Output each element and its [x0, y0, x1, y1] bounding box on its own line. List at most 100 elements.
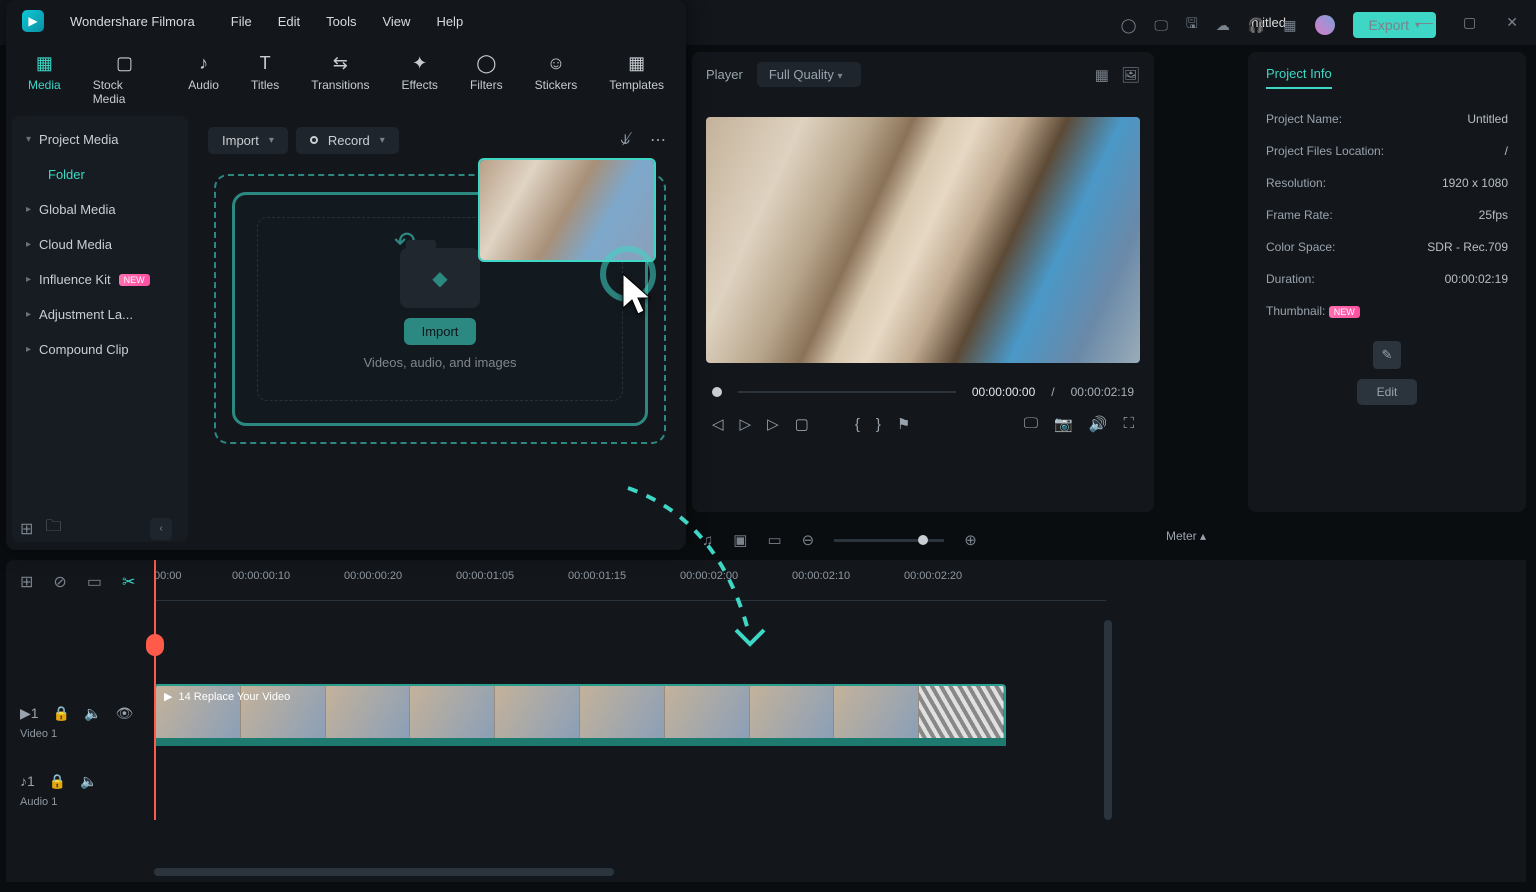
playhead-handle-icon[interactable] — [146, 634, 164, 656]
snapshot-icon[interactable]: 📷 — [1054, 415, 1073, 433]
timeline-scrollbar-vertical[interactable] — [1104, 620, 1112, 820]
menu-tools[interactable]: Tools — [326, 14, 356, 29]
tab-stickers[interactable]: ☺Stickers — [525, 48, 588, 110]
sidebar-item-compound-clip[interactable]: ▸Compound Clip — [12, 332, 188, 367]
timeline-panel: ⊞ ⊘ ▭ ✂ 00:00 00:00:00:10 00:00:00:20 00… — [6, 560, 1526, 882]
media-toolbar: Import▾ Record▾ ⫝̸ ⋯ — [194, 116, 686, 164]
record-dropdown[interactable]: Record▾ — [296, 127, 399, 154]
menu-edit[interactable]: Edit — [278, 14, 300, 29]
clip-icon: ▶ — [164, 690, 172, 703]
lock-icon[interactable]: 🔒 — [53, 705, 70, 722]
monitor-icon[interactable]: 🖵 — [1154, 17, 1168, 34]
info-row-duration: Duration:00:00:02:19 — [1266, 263, 1508, 295]
media-icon: ▦ — [36, 52, 53, 74]
crop-tool-icon[interactable]: ▣ — [733, 531, 747, 549]
step-forward-icon[interactable]: ▷ — [767, 415, 779, 433]
close-icon[interactable]: ✕ — [1506, 14, 1518, 31]
group-icon[interactable]: ▭ — [87, 572, 102, 592]
tab-titles[interactable]: TTitles — [241, 48, 289, 110]
menu-help[interactable]: Help — [436, 14, 463, 29]
audio-track-icon[interactable]: ♪1 — [20, 773, 35, 790]
lock-icon[interactable]: 🔒 — [49, 773, 66, 790]
folder-icon[interactable]: 🗀 — [45, 515, 61, 542]
video-track-icon[interactable]: ▶1 — [20, 705, 39, 722]
minimize-icon[interactable]: — — [1419, 14, 1433, 31]
quality-select[interactable]: Full Quality ▾ — [757, 62, 861, 87]
import-dropdown[interactable]: Import▾ — [208, 127, 288, 154]
collapse-sidebar-button[interactable]: ‹ — [150, 518, 172, 540]
media-panel: ▶ Wondershare Filmora File Edit Tools Vi… — [6, 0, 686, 550]
track-headers: ▶1 🔒 🔈 👁 Video 1 ♪1 🔒 🔈 Audio 1 — [14, 688, 146, 824]
magnet-icon[interactable]: ✂ — [122, 572, 135, 592]
mark-in-icon[interactable]: { — [855, 416, 860, 433]
tab-audio[interactable]: ♪Audio — [178, 48, 229, 110]
sidebar-item-cloud-media[interactable]: ▸Cloud Media — [12, 227, 188, 262]
grid-view-icon[interactable]: ▦ — [1095, 66, 1109, 84]
video-preview[interactable] — [706, 117, 1140, 363]
add-track-icon[interactable]: ⊞ — [20, 572, 33, 592]
step-back-icon[interactable]: ◁ — [712, 415, 724, 433]
record-indicator-icon[interactable]: ◯ — [1121, 17, 1137, 34]
mute-icon[interactable]: 🔈 — [84, 705, 101, 722]
timeline-scrollbar-horizontal[interactable] — [154, 868, 614, 876]
zoom-out-icon[interactable]: ⊖ — [802, 531, 815, 549]
record-icon — [310, 136, 318, 144]
link-icon[interactable]: ⊘ — [53, 572, 66, 592]
marker-flag-icon[interactable]: ⚑ — [897, 415, 910, 433]
title-bar-actions: ◯ 🖵 🖫 ☁ 🎧 ▦ Export▾ — [1121, 12, 1436, 38]
volume-icon[interactable]: 🔊 — [1089, 415, 1108, 433]
transitions-icon: ⇆ — [333, 52, 348, 74]
player-tab[interactable]: Player — [706, 67, 743, 82]
tab-media[interactable]: ▦Media — [18, 48, 71, 110]
fullscreen-icon[interactable]: ⛶ — [1123, 415, 1134, 433]
sidebar-item-adjustment-layer[interactable]: ▸Adjustment La... — [12, 297, 188, 332]
tab-stock-media[interactable]: ▢Stock Media — [83, 48, 167, 110]
apps-icon[interactable]: ▦ — [1283, 17, 1296, 34]
stock-media-icon: ▢ — [116, 52, 133, 74]
mute-icon[interactable]: 🔈 — [80, 773, 97, 790]
adjust-tool-icon[interactable]: ▭ — [767, 531, 781, 549]
cloud-icon[interactable]: ☁ — [1216, 17, 1230, 34]
scrub-bar[interactable]: 00:00:00:00 / 00:00:02:19 — [692, 369, 1154, 407]
zoom-slider[interactable] — [834, 539, 944, 542]
zoom-in-icon[interactable]: ⊕ — [964, 531, 977, 549]
filters-icon: ◯ — [476, 52, 496, 74]
project-info-tab[interactable]: Project Info — [1266, 66, 1332, 89]
timeline-left-tools: ⊞ ⊘ ▭ ✂ — [20, 572, 135, 592]
zoom-handle[interactable] — [918, 535, 928, 545]
tab-filters[interactable]: ◯Filters — [460, 48, 513, 110]
tab-effects[interactable]: ✦Effects — [391, 48, 447, 110]
timeline-ruler[interactable]: 00:00 00:00:00:10 00:00:00:20 00:00:01:0… — [154, 570, 1106, 614]
sidebar-item-global-media[interactable]: ▸Global Media — [12, 192, 188, 227]
clip-audio-strip[interactable] — [154, 738, 1006, 746]
display-icon[interactable]: 🖵 — [1024, 415, 1038, 433]
headphones-icon[interactable]: 🎧 — [1248, 17, 1265, 34]
new-folder-icon[interactable]: ⊞ — [20, 519, 33, 539]
sidebar-item-influence-kit[interactable]: ▸Influence Kit NEW — [12, 262, 188, 297]
mark-out-icon[interactable]: } — [876, 416, 881, 433]
play-icon[interactable]: ▷ — [740, 415, 752, 433]
avatar[interactable] — [1315, 15, 1335, 35]
image-view-icon[interactable]: 🖼 — [1121, 66, 1140, 84]
video-track-header: ▶1 🔒 🔈 👁 Video 1 — [14, 688, 146, 756]
thumbnail-edit-icon[interactable]: ✎ — [1373, 341, 1401, 369]
menu-file[interactable]: File — [231, 14, 252, 29]
import-button[interactable]: Import — [404, 318, 477, 345]
player-panel: Player Full Quality ▾ ▦ 🖼 00:00:00:00 / … — [692, 52, 1154, 512]
menu-view[interactable]: View — [382, 14, 410, 29]
audio-tool-icon[interactable]: ♫ — [702, 532, 713, 549]
filter-icon[interactable]: ⫝̸ — [614, 127, 636, 153]
playhead[interactable] — [154, 560, 156, 820]
save-icon[interactable]: 🖫 — [1186, 13, 1198, 37]
stop-icon[interactable]: ▢ — [795, 415, 809, 433]
sidebar-item-project-media[interactable]: ▾Project Media — [12, 122, 188, 157]
tab-transitions[interactable]: ⇆Transitions — [301, 48, 379, 110]
tab-templates[interactable]: ▦Templates — [599, 48, 674, 110]
more-icon[interactable]: ⋯ — [644, 126, 672, 154]
edit-button[interactable]: Edit — [1357, 379, 1417, 405]
visibility-icon[interactable]: 👁 — [115, 705, 133, 722]
maximize-icon[interactable]: ▢ — [1463, 14, 1476, 31]
scrub-handle[interactable] — [712, 387, 722, 397]
sidebar-item-folder[interactable]: Folder — [34, 157, 188, 192]
menubar: ▶ Wondershare Filmora File Edit Tools Vi… — [6, 0, 686, 42]
